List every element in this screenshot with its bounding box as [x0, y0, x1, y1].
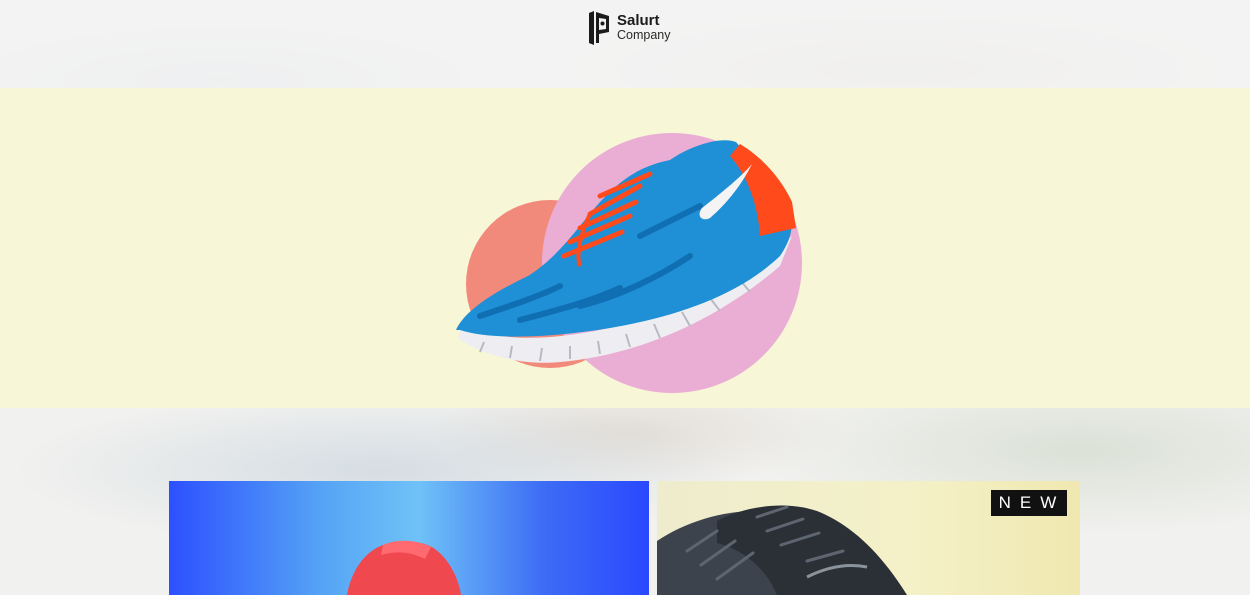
- red-shoe-image: [347, 540, 461, 595]
- brand-tagline: Company: [617, 28, 671, 43]
- hero-banner: [0, 88, 1250, 408]
- brand-name: Salurt: [617, 11, 660, 29]
- hero-shoe-image[interactable]: [440, 116, 820, 406]
- salurt-logo-icon: [589, 11, 609, 45]
- brand-logo[interactable]: Salurt Company: [585, 10, 671, 46]
- product-card-new-shoes[interactable]: NEW: [657, 481, 1080, 595]
- site-header: Salurt Company: [0, 0, 1250, 88]
- new-badge: NEW: [991, 490, 1067, 516]
- product-card-red-shoe[interactable]: [169, 481, 649, 595]
